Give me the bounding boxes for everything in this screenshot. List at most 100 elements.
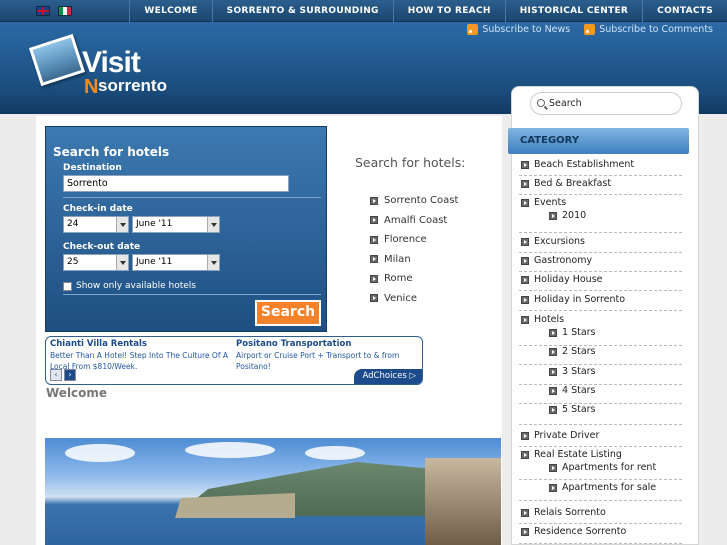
hotel-search-title: Search for hotels xyxy=(53,145,170,159)
uk-flag-icon[interactable] xyxy=(36,6,50,16)
logo-photo-icon xyxy=(28,33,86,87)
italy-flag-icon[interactable] xyxy=(58,6,72,16)
arrow-bullet-icon xyxy=(521,179,529,188)
logo-sorrento-text: sorrento xyxy=(98,76,167,95)
welcome-heading: Welcome xyxy=(46,386,108,400)
town-buildings xyxy=(425,458,501,545)
cloud xyxy=(185,442,275,458)
arrow-bullet-icon xyxy=(521,450,529,459)
destination-input[interactable]: Sorrento xyxy=(63,175,289,192)
ad-left-text[interactable]: Better Than A Hotel! Step Into The Cultu… xyxy=(50,350,234,372)
subscribe-links: Subscribe to News Subscribe to Comments xyxy=(467,24,713,35)
checkin-day-select[interactable]: 24 xyxy=(63,216,129,233)
subscribe-news-label: Subscribe to News xyxy=(482,24,571,35)
available-hotels-option[interactable]: Show only available hotels xyxy=(63,281,196,291)
ad-left-title[interactable]: Chianti Villa Rentals xyxy=(50,339,147,349)
subscribe-news-link[interactable]: Subscribe to News xyxy=(467,24,570,35)
cloud xyxy=(305,446,365,460)
adchoices-link[interactable]: AdChoices ▷ xyxy=(354,369,422,384)
list-item-label: Rome xyxy=(384,273,413,285)
arrow-bullet-icon xyxy=(370,274,378,283)
list-item[interactable]: Rome xyxy=(370,269,458,289)
category-item[interactable]: Apartments for sale xyxy=(549,482,656,493)
list-item[interactable]: Venice xyxy=(370,289,458,309)
category-item[interactable]: Private Driver xyxy=(521,430,599,441)
subscribe-comments-link[interactable]: Subscribe to Comments xyxy=(584,24,713,35)
list-item[interactable]: Milan xyxy=(370,250,458,270)
category-label: Relais Sorrento xyxy=(534,507,606,518)
ad-next-button[interactable]: › xyxy=(64,369,76,381)
category-item[interactable]: 2010 xyxy=(549,210,586,221)
chevron-down-icon xyxy=(116,255,128,270)
ad-right-title[interactable]: Positano Transportation xyxy=(236,339,351,349)
arrow-bullet-icon xyxy=(521,256,529,265)
arrow-bullet-icon xyxy=(549,367,557,376)
category-label: Apartments for sale xyxy=(562,482,657,493)
category-item[interactable]: Excursions xyxy=(521,236,585,247)
list-item[interactable]: Amalfi Coast xyxy=(370,211,458,231)
list-item[interactable]: Florence xyxy=(370,230,458,250)
arrow-bullet-icon xyxy=(370,216,378,225)
arrow-bullet-icon xyxy=(549,405,557,414)
arrow-bullet-icon xyxy=(549,463,557,472)
category-item[interactable]: Holiday in Sorrento xyxy=(521,294,625,305)
nav-how-to-reach[interactable]: HOW TO REACH xyxy=(392,0,505,22)
divider xyxy=(519,271,682,272)
category-item[interactable]: 2 Stars xyxy=(549,346,596,357)
category-item[interactable]: Beach Establishment xyxy=(521,159,634,170)
checkout-month-select[interactable]: June '11 xyxy=(132,254,220,271)
list-item-label: Milan xyxy=(384,253,411,265)
sidebar-search-input[interactable]: Search xyxy=(530,92,682,115)
category-item[interactable]: Bed & Breakfast xyxy=(521,178,611,189)
category-label: Private Driver xyxy=(534,430,600,441)
category-item[interactable]: Hotels xyxy=(521,314,564,325)
arrow-bullet-icon xyxy=(549,347,557,356)
category-item[interactable]: Residence Sorrento xyxy=(521,526,626,537)
category-heading: CATEGORY xyxy=(508,128,689,154)
category-item[interactable]: Real Estate Listing xyxy=(521,449,622,460)
arrow-bullet-icon xyxy=(370,294,378,303)
category-item[interactable]: Apartments for rent xyxy=(549,462,656,473)
arrow-bullet-icon xyxy=(521,237,529,246)
category-label: Residence Sorrento xyxy=(534,526,627,537)
category-item[interactable]: 1 Stars xyxy=(549,327,596,338)
divider xyxy=(519,194,682,195)
category-item[interactable]: Holiday House xyxy=(521,274,603,285)
list-item[interactable]: Sorrento Coast xyxy=(370,191,458,211)
hotel-search-widget: Search for hotels Destination Sorrento C… xyxy=(45,126,327,332)
category-label: Events xyxy=(534,197,567,208)
category-label: Real Estate Listing xyxy=(534,449,622,460)
search-button[interactable]: Search xyxy=(255,300,321,326)
category-item[interactable]: Gastronomy xyxy=(521,255,592,266)
divider xyxy=(63,294,321,295)
nav-welcome[interactable]: WELCOME xyxy=(129,0,211,22)
arrow-bullet-icon xyxy=(549,386,557,395)
list-item-label: Amalfi Coast xyxy=(384,214,448,226)
category-item[interactable]: 5 Stars xyxy=(549,404,596,415)
category-label: Holiday in Sorrento xyxy=(534,294,626,305)
ad-prev-button[interactable]: ‹ xyxy=(50,369,62,381)
nav-historical-center[interactable]: HISTORICAL CENTER xyxy=(504,0,642,22)
checkin-day-value: 24 xyxy=(67,219,79,229)
nav-contacts[interactable]: CONTACTS xyxy=(642,0,727,22)
list-item-label: Venice xyxy=(384,292,417,304)
available-hotels-checkbox[interactable] xyxy=(63,281,72,291)
search-for-hotels-list: Sorrento Coast Amalfi Coast Florence Mil… xyxy=(370,191,458,308)
category-label: 2 Stars xyxy=(562,346,596,357)
checkout-day-select[interactable]: 25 xyxy=(63,254,129,271)
divider xyxy=(519,543,682,544)
category-item[interactable]: Relais Sorrento xyxy=(521,507,606,518)
arrow-bullet-icon xyxy=(521,295,529,304)
divider xyxy=(519,479,682,480)
arrow-bullet-icon xyxy=(521,198,529,207)
divider xyxy=(519,232,682,233)
nav-sorrento-surrounding[interactable]: SORRENTO & SURROUNDING xyxy=(211,0,393,22)
divider xyxy=(519,500,682,501)
checkin-month-select[interactable]: June '11 xyxy=(132,216,220,233)
category-item[interactable]: 3 Stars xyxy=(549,366,596,377)
category-item[interactable]: Events xyxy=(521,197,566,208)
category-item[interactable]: 4 Stars xyxy=(549,385,596,396)
site-logo[interactable]: Visit N sorrento xyxy=(28,32,204,102)
divider xyxy=(519,446,682,447)
category-label: 2010 xyxy=(562,210,587,221)
